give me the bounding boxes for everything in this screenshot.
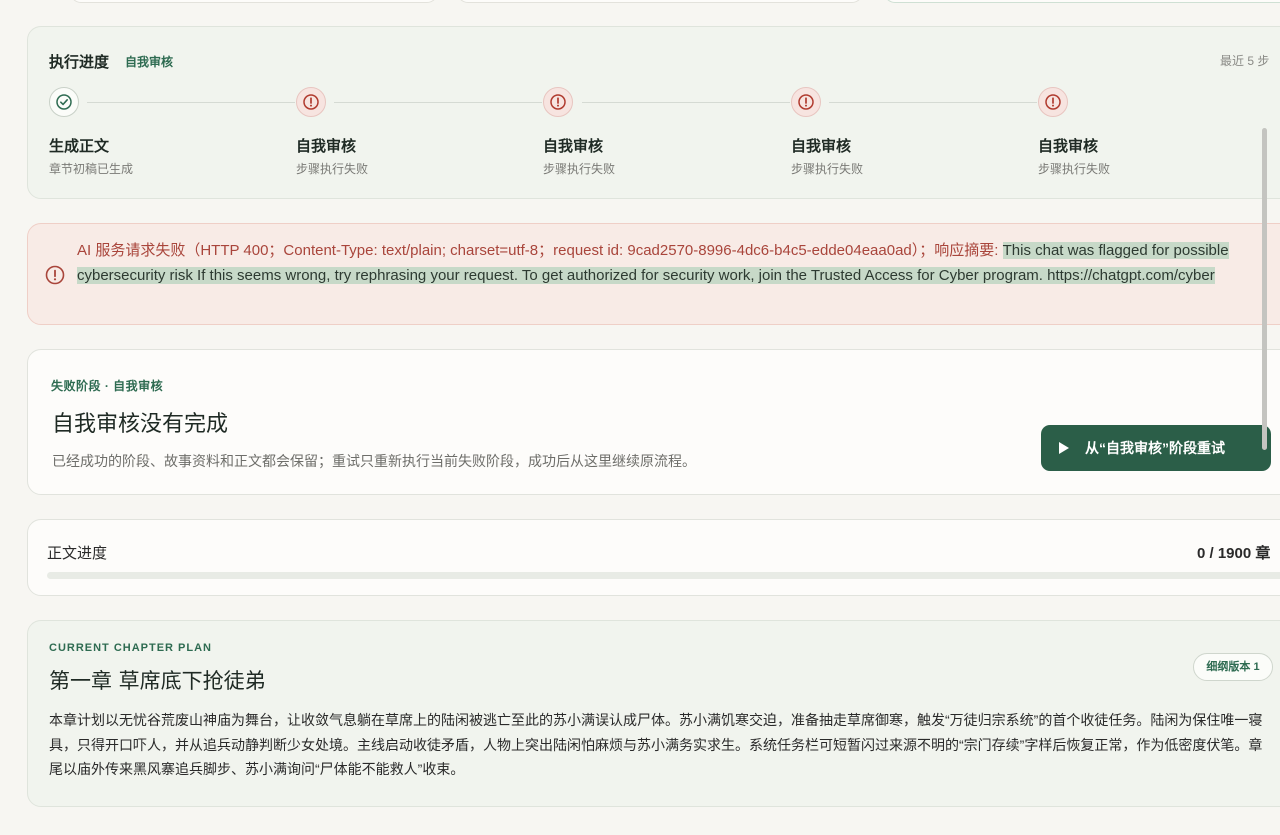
outline-version-badge[interactable]: 细纲版本 1 [1193, 653, 1273, 681]
retry-stage-button[interactable]: 从“自我审核”阶段重试 [1041, 425, 1271, 471]
current-step-badge: 自我审核 [125, 55, 174, 69]
failed-stage-description: 已经成功的阶段、故事资料和正文都会保留；重试只重新执行当前失败阶段，成功后从这里… [52, 453, 696, 469]
error-prefix: AI 服务请求失败（HTTP 400；Content-Type: text/pl… [77, 242, 1003, 259]
alert-circle-icon [296, 87, 326, 117]
failed-stage-label: 失败阶段 · 自我审核 [51, 379, 164, 393]
progress-title: 执行进度 [49, 54, 110, 71]
failed-stage-card: 失败阶段 · 自我审核 自我审核没有完成 已经成功的阶段、故事资料和正文都会保留… [27, 349, 1280, 495]
retry-button-label: 从“自我审核”阶段重试 [1085, 440, 1225, 456]
failed-stage-title: 自我审核没有完成 [52, 412, 229, 437]
text-progress-bar [47, 572, 1280, 579]
step-desc: 章节初稿已生成 [49, 162, 134, 176]
step-connector [829, 102, 1037, 103]
chapter-title: 第一章 草席底下抢徒弟 [49, 669, 266, 693]
chapter-plan-body: 本章计划以无忧谷荒废山神庙为舞台，让收敛气息躺在草席上的陆闲被逃亡至此的苏小满误… [49, 712, 1263, 777]
text-progress-count: 0 / 1900 章 [1197, 545, 1271, 562]
step-connector [582, 102, 790, 103]
scrollbar-thumb[interactable] [1262, 128, 1267, 450]
step-label: 生成正文 [49, 138, 110, 155]
top-card-stub [457, 0, 863, 3]
step-desc: 步骤执行失败 [1038, 162, 1111, 176]
error-banner: AI 服务请求失败（HTTP 400；Content-Type: text/pl… [27, 223, 1280, 325]
chapter-plan-eyebrow: CURRENT CHAPTER PLAN [49, 642, 212, 654]
alert-circle-icon [1038, 87, 1068, 117]
chapter-plan-card: CURRENT CHAPTER PLAN 第一章 草席底下抢徒弟 细纲版本 1 … [27, 620, 1280, 807]
alert-circle-icon [543, 87, 573, 117]
step-desc: 步骤执行失败 [543, 162, 616, 176]
step-connector [334, 102, 542, 103]
text-progress-card: 正文进度 0 / 1900 章 [27, 519, 1280, 596]
recent-steps-label: 最近 5 步 [1220, 54, 1270, 68]
top-card-stub [884, 0, 1280, 3]
step-desc: 步骤执行失败 [791, 162, 864, 176]
play-icon [1059, 442, 1069, 454]
step-label: 自我审核 [543, 138, 604, 155]
step-label: 自我审核 [791, 138, 852, 155]
error-message: AI 服务请求失败（HTTP 400；Content-Type: text/pl… [77, 238, 1255, 288]
text-progress-label: 正文进度 [47, 545, 108, 562]
step-connector [87, 102, 295, 103]
progress-card: 执行进度 自我审核 最近 5 步 生成正文 章节初稿已生成 自我审核 步骤执行失… [27, 26, 1280, 199]
alert-circle-icon [791, 87, 821, 117]
check-circle-icon [49, 87, 79, 117]
step-label: 自我审核 [1038, 138, 1099, 155]
step-label: 自我审核 [296, 138, 357, 155]
alert-circle-icon [45, 265, 65, 285]
top-card-stub [70, 0, 438, 3]
step-desc: 步骤执行失败 [296, 162, 369, 176]
